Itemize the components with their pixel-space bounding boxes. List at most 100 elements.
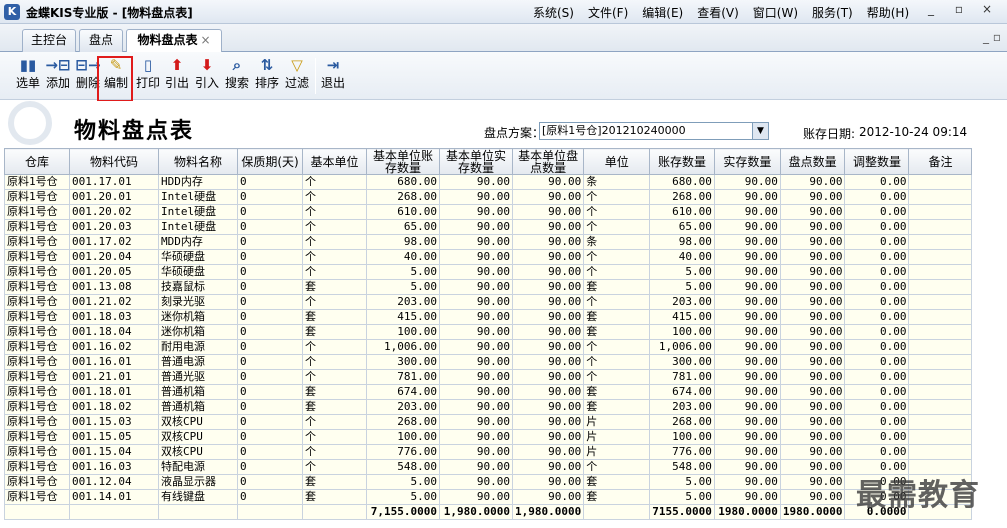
select-button[interactable]: ▮▮ 选单 [13, 55, 43, 97]
table-cell[interactable]: 90.00 [511, 264, 585, 280]
table-cell[interactable]: HDD内存 [158, 174, 238, 190]
table-cell[interactable] [908, 249, 973, 265]
table-cell[interactable]: 90.00 [779, 489, 846, 505]
table-cell[interactable]: 781.00 [649, 369, 715, 385]
table-cell[interactable]: 双核CPU [158, 414, 238, 430]
table-cell[interactable]: 0 [237, 459, 303, 475]
table-cell[interactable]: 001.18.01 [69, 384, 159, 400]
table-cell[interactable]: 90.00 [713, 309, 781, 325]
table-cell[interactable]: 001.20.02 [69, 204, 159, 220]
table-cell[interactable]: 100.00 [649, 324, 715, 340]
table-cell[interactable]: 片 [583, 429, 651, 445]
table-cell[interactable]: 原料1号仓 [4, 219, 70, 235]
table-cell[interactable]: 300.00 [649, 354, 715, 370]
table-row[interactable]: 原料1号仓 001.17.01 HDD内存 0 个 680.00 90.00 90.00 条 68… [4, 174, 973, 190]
table-cell[interactable]: 0 [237, 489, 303, 505]
table-row[interactable]: 原料1号仓 001.15.03 双核CPU 0 个 268.00 90.00 90.00 片 26… [4, 414, 973, 430]
table-cell[interactable]: 90.00 [713, 414, 781, 430]
table-cell[interactable]: 90.00 [713, 444, 781, 460]
table-cell[interactable]: 双核CPU [158, 444, 238, 460]
table-cell[interactable]: 5.00 [649, 489, 715, 505]
table-cell[interactable]: 原料1号仓 [4, 369, 70, 385]
table-cell[interactable] [908, 204, 973, 220]
table-cell[interactable]: 90.00 [713, 189, 781, 205]
table-cell[interactable]: 原料1号仓 [4, 279, 70, 295]
table-cell[interactable]: 776.00 [366, 444, 440, 460]
table-cell[interactable]: 90.00 [511, 459, 585, 475]
table-cell[interactable]: 个 [583, 339, 651, 355]
table-cell[interactable]: 001.17.02 [69, 234, 159, 250]
table-cell[interactable]: 0.00 [844, 264, 910, 280]
table-cell[interactable]: 0.00 [844, 219, 910, 235]
table-row[interactable]: 原料1号仓 001.20.04 华硕硬盘 0 个 40.00 90.00 90.00 个 40.0… [4, 249, 973, 265]
table-cell[interactable]: 001.16.02 [69, 339, 159, 355]
table-cell[interactable]: 674.00 [366, 384, 440, 400]
table-cell[interactable]: 90.00 [439, 444, 513, 460]
table-cell[interactable]: 680.00 [649, 174, 715, 190]
table-cell[interactable]: 0 [237, 369, 303, 385]
column-header[interactable]: 基本单位盘点数量 [511, 148, 585, 175]
table-cell[interactable]: 001.20.05 [69, 264, 159, 280]
table-cell[interactable]: 0 [237, 294, 303, 310]
filter-button[interactable]: ▽ 过滤 [282, 55, 312, 97]
table-cell[interactable]: 条 [583, 174, 651, 190]
table-cell[interactable]: 001.14.01 [69, 489, 159, 505]
table-cell[interactable]: 0.00 [844, 249, 910, 265]
table-cell[interactable]: 100.00 [366, 429, 440, 445]
table-cell[interactable] [908, 219, 973, 235]
table-cell[interactable]: 90.00 [439, 249, 513, 265]
table-cell[interactable]: 普通电源 [158, 354, 238, 370]
table-cell[interactable]: 有线键盘 [158, 489, 238, 505]
table-cell[interactable]: 100.00 [649, 429, 715, 445]
table-cell[interactable]: 90.00 [779, 324, 846, 340]
search-button[interactable]: ⌕ 搜索 [222, 55, 252, 97]
table-cell[interactable]: 001.20.04 [69, 249, 159, 265]
table-cell[interactable]: 268.00 [366, 189, 440, 205]
table-cell[interactable] [908, 234, 973, 250]
table-cell[interactable]: 0 [237, 429, 303, 445]
table-cell[interactable] [908, 264, 973, 280]
table-cell[interactable]: 90.00 [779, 459, 846, 475]
table-cell[interactable]: 特配电源 [158, 459, 238, 475]
table-cell[interactable]: 0.00 [844, 399, 910, 415]
sort-button[interactable]: ⇅ 排序 [252, 55, 282, 97]
table-cell[interactable]: 原料1号仓 [4, 384, 70, 400]
table-cell[interactable]: 90.00 [713, 474, 781, 490]
table-cell[interactable]: 90.00 [439, 414, 513, 430]
table-cell[interactable]: 203.00 [366, 294, 440, 310]
menu-window[interactable]: 窗口(W) [753, 4, 798, 21]
table-cell[interactable]: 90.00 [511, 204, 585, 220]
table-cell[interactable]: 90.00 [439, 324, 513, 340]
table-cell[interactable]: 套 [583, 474, 651, 490]
table-cell[interactable]: 套 [302, 279, 367, 295]
table-row[interactable]: 原料1号仓 001.17.02 MDD内存 0 个 98.00 90.00 90.00 条 98.… [4, 234, 973, 250]
column-header[interactable]: 单位 [583, 148, 651, 175]
table-cell[interactable]: 个 [302, 204, 367, 220]
table-cell[interactable]: 90.00 [439, 264, 513, 280]
table-cell[interactable]: 0 [237, 474, 303, 490]
table-cell[interactable]: 610.00 [649, 204, 715, 220]
table-cell[interactable]: 001.15.05 [69, 429, 159, 445]
table-cell[interactable]: 90.00 [779, 339, 846, 355]
menu-view[interactable]: 查看(V) [697, 4, 739, 21]
table-cell[interactable]: 90.00 [779, 399, 846, 415]
table-cell[interactable]: 套 [583, 309, 651, 325]
table-cell[interactable]: 华硕硬盘 [158, 249, 238, 265]
table-cell[interactable]: 98.00 [366, 234, 440, 250]
table-cell[interactable]: 90.00 [511, 339, 585, 355]
table-cell[interactable]: 个 [583, 354, 651, 370]
table-cell[interactable]: 个 [302, 294, 367, 310]
table-cell[interactable] [908, 294, 973, 310]
table-cell[interactable]: 674.00 [649, 384, 715, 400]
table-cell[interactable]: 1,006.00 [649, 339, 715, 355]
table-cell[interactable]: 65.00 [366, 219, 440, 235]
table-cell[interactable]: 548.00 [366, 459, 440, 475]
table-row[interactable]: 原料1号仓 001.15.05 双核CPU 0 个 100.00 90.00 90.00 片 10… [4, 429, 973, 445]
table-cell[interactable]: 001.21.01 [69, 369, 159, 385]
table-row[interactable]: 原料1号仓 001.15.04 双核CPU 0 个 776.00 90.00 90.00 片 77… [4, 444, 973, 460]
table-cell[interactable]: 0.00 [844, 294, 910, 310]
table-cell[interactable]: Intel硬盘 [158, 219, 238, 235]
table-row[interactable]: 原料1号仓 001.21.02 刻录光驱 0 个 203.00 90.00 90.00 个 203… [4, 294, 973, 310]
table-cell[interactable]: 个 [302, 354, 367, 370]
table-cell[interactable]: 套 [583, 279, 651, 295]
